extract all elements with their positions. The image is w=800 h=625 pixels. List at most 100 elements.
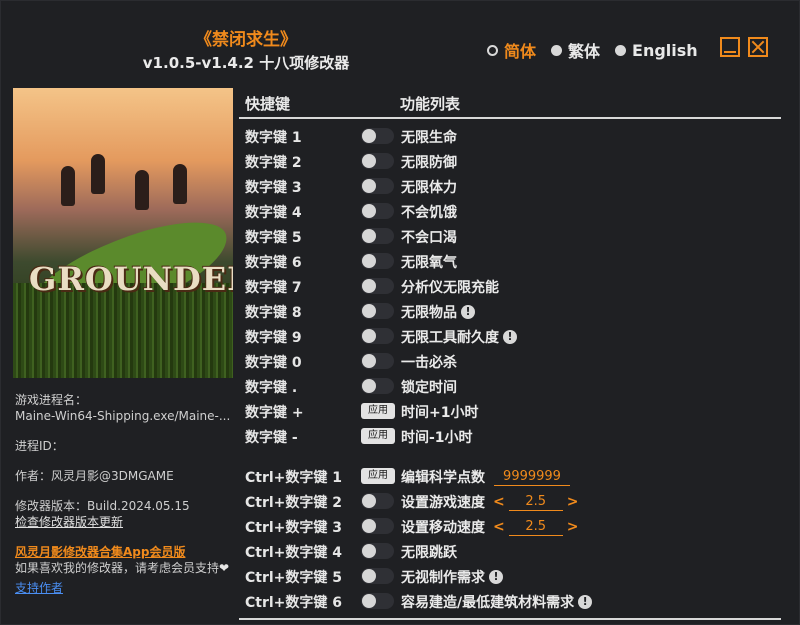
lang-option-traditional[interactable]: 繁体 [551, 38, 600, 62]
check-update-link[interactable]: 检查修改器版本更新 [15, 514, 237, 530]
cheat-row-move-speed: Ctrl+数字键 3 设置移动速度 < > [239, 513, 781, 538]
col-header-function: 功能列表 [400, 95, 461, 113]
title-block: 《禁闭求生》 v1.0.5-v1.4.2 十八项修改器 [1, 29, 491, 74]
info-icon[interactable]: ! [461, 305, 475, 319]
function-label: 分析仪无限充能 [401, 280, 499, 296]
cheat-row: 数字键 6 无限氧气 [239, 248, 781, 273]
function-label: 无限物品 [401, 305, 457, 321]
cover-figure [173, 164, 187, 204]
toggle-switch[interactable] [361, 153, 394, 169]
decrease-arrow-icon[interactable]: < [493, 519, 505, 535]
function-label: 无限氧气 [401, 255, 457, 271]
hotkey-label: 数字键 0 [245, 355, 302, 371]
hotkey-label: 数字键 + [245, 405, 304, 421]
cheat-row: 数字键 1 无限生命 [239, 123, 781, 148]
info-icon[interactable]: ! [503, 330, 517, 344]
function-label: 编辑科学点数 [401, 470, 485, 486]
cover-figure [91, 154, 105, 194]
table-header: 快捷键 功能列表 [239, 89, 781, 117]
radio-icon [615, 44, 627, 56]
toggle-switch[interactable] [361, 253, 394, 269]
support-author-link[interactable]: 支持作者 [15, 580, 237, 596]
col-header-hotkey: 快捷键 [245, 95, 291, 113]
science-points-input[interactable] [494, 468, 570, 486]
cheat-row: 数字键 8 无限物品! [239, 298, 781, 323]
toggle-switch[interactable] [361, 353, 394, 369]
function-label: 一击必杀 [401, 355, 457, 371]
increase-arrow-icon[interactable]: > [567, 519, 579, 535]
toggle-knob [362, 329, 376, 343]
decrease-arrow-icon[interactable]: < [493, 494, 505, 510]
toggle-switch[interactable] [361, 518, 394, 534]
toggle-switch[interactable] [361, 278, 394, 294]
hotkey-label: 数字键 7 [245, 280, 302, 296]
toggle-switch[interactable] [361, 203, 394, 219]
toggle-knob [362, 229, 376, 243]
move-speed-input[interactable] [508, 518, 563, 536]
apply-button[interactable]: 应用 [361, 403, 395, 419]
hotkey-label: 数字键 5 [245, 230, 302, 246]
lang-option-simplified[interactable]: 简体 [487, 38, 536, 62]
hotkey-label: 数字键 . [245, 380, 298, 396]
lang-label: 繁体 [568, 42, 601, 61]
hotkey-label: Ctrl+数字键 6 [245, 595, 343, 611]
cover-figure [135, 170, 149, 210]
toggle-knob [362, 129, 376, 143]
lang-option-english[interactable]: English [615, 41, 698, 60]
cover-logo: GROUNDED [29, 260, 233, 298]
toggle-switch[interactable] [361, 303, 394, 319]
game-cover-image: GROUNDED [13, 88, 233, 378]
toggle-knob [362, 154, 376, 168]
cheat-row: 数字键 + 应用 时间+1小时 [239, 398, 781, 423]
table-bottom-divider [239, 618, 781, 620]
function-label: 锁定时间 [401, 380, 457, 396]
toggle-knob [362, 204, 376, 218]
toggle-switch[interactable] [361, 593, 394, 609]
radio-selected-icon [487, 44, 498, 56]
cheat-row: 数字键 - 应用 时间-1小时 [239, 423, 781, 448]
cheat-row-science-points: Ctrl+数字键 1 应用 编辑科学点数 [239, 463, 781, 488]
increase-arrow-icon[interactable]: > [567, 494, 579, 510]
toggle-switch[interactable] [361, 328, 394, 344]
function-label: 不会口渴 [401, 230, 457, 246]
apply-button[interactable]: 应用 [361, 428, 395, 444]
function-label: 设置移动速度 [401, 520, 485, 536]
function-label: 设置游戏速度 [401, 495, 485, 511]
toggle-switch[interactable] [361, 128, 394, 144]
apply-button[interactable]: 应用 [361, 468, 395, 484]
toggle-switch[interactable] [361, 228, 394, 244]
cheat-group-ctrl: Ctrl+数字键 4 无限跳跃 Ctrl+数字键 5 无视制作需求! Ctrl+数字键 … [239, 538, 781, 613]
game-speed-input[interactable] [508, 493, 563, 511]
minimize-icon[interactable] [720, 37, 740, 57]
cheat-row: 数字键 0 一击必杀 [239, 348, 781, 373]
hotkey-label: 数字键 - [245, 430, 298, 446]
trainer-window: 《禁闭求生》 v1.0.5-v1.4.2 十八项修改器 简体 繁体 Englis… [0, 0, 800, 625]
function-label: 无限跳跃 [401, 545, 457, 561]
lang-label: 简体 [504, 42, 537, 61]
cheat-row: Ctrl+数字键 6 容易建造/最低建筑材料需求! [239, 588, 781, 613]
hotkey-label: 数字键 2 [245, 155, 302, 171]
app-link[interactable]: 风灵月影修改器合集App会员版 [15, 544, 237, 560]
close-icon[interactable] [748, 37, 768, 57]
toggle-switch[interactable] [361, 378, 394, 394]
function-label: 容易建造/最低建筑材料需求 [401, 595, 575, 611]
toggle-switch[interactable] [361, 543, 394, 559]
support-text: 如果喜欢我的修改器，请考虑会员支持 [15, 561, 220, 575]
author-text: 作者：风灵月影@3DMGAME [15, 469, 174, 483]
lang-label: English [632, 40, 698, 60]
pid-label: 进程ID： [15, 439, 64, 453]
cheat-row: 数字键 . 锁定时间 [239, 373, 781, 398]
cheat-row: 数字键 7 分析仪无限充能 [239, 273, 781, 298]
cheat-row-game-speed: Ctrl+数字键 2 设置游戏速度 < > [239, 488, 781, 513]
radio-icon [551, 44, 563, 56]
cheat-row: Ctrl+数字键 5 无视制作需求! [239, 563, 781, 588]
cheat-row: 数字键 2 无限防御 [239, 148, 781, 173]
trainer-subtitle: v1.0.5-v1.4.2 十八项修改器 [142, 54, 350, 72]
toggle-switch[interactable] [361, 178, 394, 194]
toggle-switch[interactable] [361, 568, 394, 584]
info-icon[interactable]: ! [578, 595, 593, 609]
hotkey-label: Ctrl+数字键 3 [245, 520, 343, 536]
info-icon[interactable]: ! [489, 570, 503, 584]
toggle-knob [362, 594, 376, 608]
toggle-switch[interactable] [361, 493, 394, 509]
